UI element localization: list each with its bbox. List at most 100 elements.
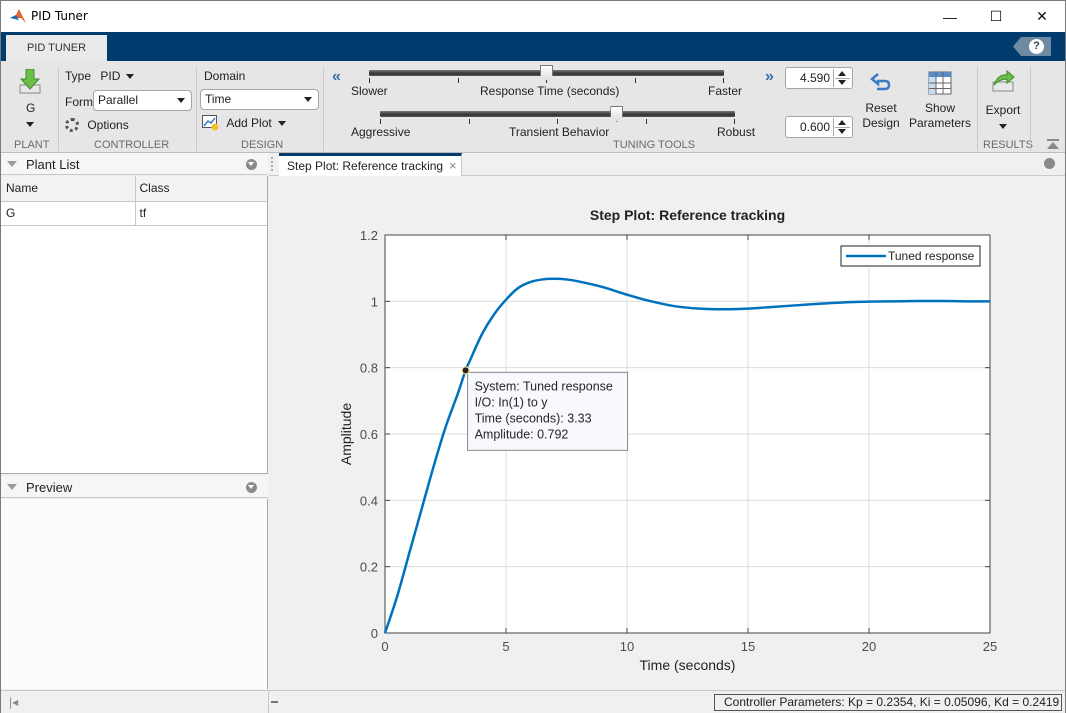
y-tick-label: 0.4 [360, 493, 378, 508]
import-plant-icon [19, 69, 41, 94]
slider-thumb[interactable] [540, 65, 553, 81]
chevron-down-icon [177, 98, 185, 103]
transient-behavior-label: Transient Behavior [509, 125, 610, 139]
gear-icon [65, 117, 79, 132]
slider-tick [635, 78, 636, 83]
datatip-line: Time (seconds): 3.33 [475, 411, 592, 425]
minimize-icon: — [943, 8, 957, 25]
add-plot-button[interactable]: Add Plot [202, 115, 286, 131]
response-time-spinner[interactable]: 4.590 [785, 67, 853, 89]
section-label-controller: CONTROLLER [94, 139, 170, 151]
y-tick-label: 0.6 [360, 427, 378, 442]
cell-class: tf [135, 201, 267, 226]
plant-name: G [26, 101, 36, 115]
matlab-logo-icon [10, 9, 26, 23]
reset-label-1: Reset [865, 101, 897, 115]
panel-options-icon[interactable] [246, 159, 257, 170]
document-options-icon[interactable] [1044, 158, 1055, 169]
show-parameters-button[interactable]: Show Parameters [907, 71, 973, 137]
collapse-triangle-icon[interactable] [7, 484, 17, 490]
undo-arrow-icon [870, 73, 891, 91]
domain-dropdown[interactable]: Time [200, 89, 319, 110]
domain-label: Domain [204, 69, 246, 83]
preview-header[interactable]: Preview [1, 476, 268, 498]
divider [323, 67, 324, 151]
form-dropdown[interactable]: Parallel [93, 90, 192, 111]
table-row[interactable]: G tf [1, 201, 267, 226]
form-value: Parallel [98, 93, 139, 107]
tab-pid-tuner[interactable]: PID TUNER [6, 35, 107, 61]
section-label-tuning-tools: TUNING TOOLS [613, 139, 696, 151]
divider [196, 67, 197, 151]
plant-button[interactable]: G [9, 67, 51, 135]
shift-left-icon[interactable]: « [332, 68, 341, 86]
plant-list-table: Name Class G tf [1, 176, 267, 226]
add-plot-icon [202, 115, 219, 131]
parameters-table-icon [928, 71, 952, 95]
tab-label: Step Plot: Reference tracking [287, 159, 444, 173]
y-tick-label: 0.8 [360, 361, 378, 376]
reset-design-button[interactable]: Reset Design [859, 71, 903, 137]
slider-tick [380, 119, 381, 124]
slider-thumb[interactable] [610, 106, 624, 122]
x-axis-label: Time (seconds) [640, 657, 736, 673]
robust-label: Robust [717, 125, 756, 139]
chevron-down-icon [277, 120, 286, 126]
x-tick-label: 15 [741, 639, 755, 654]
divider [58, 67, 59, 151]
slider-tick [557, 119, 558, 124]
collapse-left-icon[interactable]: |◂ [9, 695, 18, 709]
ribbon-tab-strip: PID TUNER ? [1, 32, 1065, 61]
section-label-plant: PLANT [14, 139, 50, 151]
plant-list-header[interactable]: Plant List [1, 153, 268, 175]
slider-tick [734, 119, 735, 124]
type-selector[interactable]: Type PID [65, 69, 135, 83]
shift-right-icon[interactable]: » [765, 68, 774, 86]
title-bar: PID Tuner — ☐ ✕ [1, 1, 1065, 32]
datatip-line: Amplitude: 0.792 [475, 427, 569, 441]
export-icon [992, 69, 1015, 92]
document-tab-strip: Step Plot: Reference tracking × [269, 153, 1065, 176]
slider-tick [469, 119, 470, 124]
add-plot-label: Add Plot [226, 116, 272, 130]
window-title: PID Tuner [31, 9, 88, 23]
column-header-name[interactable]: Name [1, 176, 136, 202]
help-icon: ? [1029, 39, 1044, 54]
plant-dropdown-caret-icon [26, 122, 34, 127]
transient-behavior-spinner[interactable]: 0.600 [785, 116, 853, 138]
x-tick-label: 25 [983, 639, 997, 654]
export-button[interactable]: Export [983, 69, 1023, 135]
slider-track [380, 111, 735, 117]
chevron-down-icon [304, 97, 312, 102]
cell-name: G [1, 201, 136, 226]
y-tick-label: 0 [371, 626, 378, 641]
datatip-marker[interactable] [461, 366, 470, 375]
chevron-down-icon [126, 74, 135, 80]
slider-tick [646, 119, 647, 124]
spinner-arrows-icon[interactable] [833, 69, 851, 87]
section-label-results: RESULTS [983, 139, 1033, 151]
chevron-down-icon [999, 124, 1007, 129]
help-button[interactable]: ? [1013, 37, 1051, 56]
reset-label-2: Design [862, 116, 900, 130]
spinner-arrows-icon[interactable] [833, 118, 851, 136]
minimize-panel-icon[interactable] [271, 701, 278, 703]
options-button[interactable]: Options [65, 117, 129, 132]
legend-entry: Tuned response [888, 249, 975, 263]
collapse-toolstrip-button[interactable] [1047, 139, 1059, 149]
show-label-1: Show [924, 101, 956, 115]
column-header-class[interactable]: Class [135, 176, 267, 202]
faster-label: Faster [708, 84, 743, 98]
collapse-triangle-icon[interactable] [7, 161, 17, 167]
type-label: Type [65, 69, 92, 83]
maximize-icon: ☐ [989, 8, 1003, 24]
close-tab-icon[interactable]: × [449, 158, 457, 173]
drag-handle-icon[interactable] [271, 157, 275, 171]
panel-options-icon[interactable] [246, 482, 257, 493]
maximize-button[interactable]: ☐ [973, 1, 1019, 32]
minimize-button[interactable]: — [927, 1, 973, 32]
tab-step-plot[interactable]: Step Plot: Reference tracking × [279, 153, 462, 176]
close-button[interactable]: ✕ [1019, 1, 1065, 32]
step-plot-chart[interactable]: 0 5 10 15 20 25 0 0.2 0.4 0.6 0.8 1 1.2 Step Plot: Re… [269, 176, 1065, 690]
datatip-line: System: Tuned response [475, 379, 613, 393]
